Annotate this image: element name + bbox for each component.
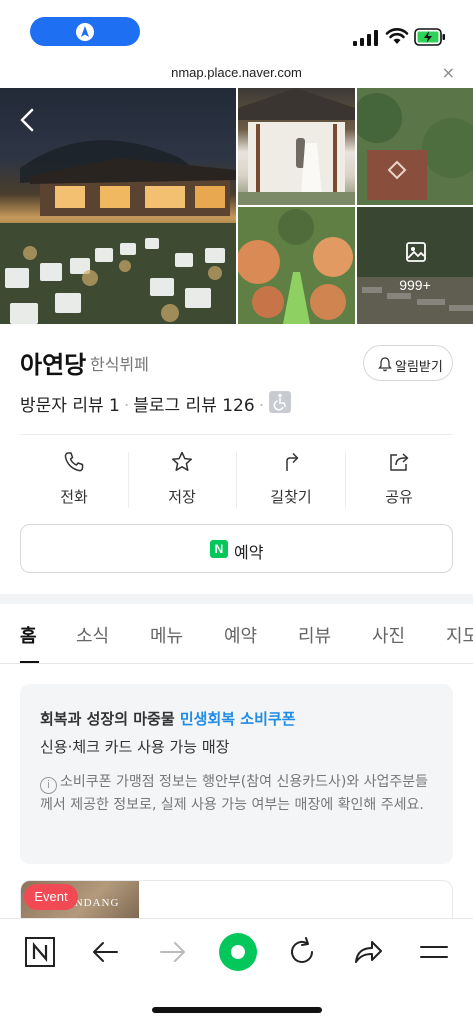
review-summary: 방문자 리뷰 1 · 블로그 리뷰 126 · bbox=[20, 391, 268, 416]
section-divider bbox=[0, 594, 473, 604]
back-arrow-icon[interactable] bbox=[14, 106, 42, 134]
share-arrow-icon[interactable] bbox=[351, 935, 385, 969]
photo-thumb-2[interactable]: my bbox=[357, 88, 473, 205]
photo-thumb-1[interactable] bbox=[238, 88, 355, 205]
forward-icon[interactable] bbox=[155, 935, 189, 969]
call-button[interactable]: 전화 bbox=[20, 450, 128, 510]
photo-thumb-3[interactable] bbox=[238, 207, 355, 324]
reserve-label: 예약 bbox=[234, 543, 264, 562]
notify-label: 알림받기 bbox=[395, 360, 443, 375]
signal-icon bbox=[353, 30, 378, 46]
battery-charging-icon bbox=[414, 28, 445, 46]
notice-subtitle: 신용·체크 카드 사용 가능 매장 bbox=[40, 738, 230, 756]
photo-main[interactable] bbox=[0, 88, 236, 324]
location-arrow-icon bbox=[76, 23, 94, 41]
photo-grid: my 999+ bbox=[0, 88, 473, 324]
photo-thumb-2-scene bbox=[357, 88, 473, 205]
tab-bar: 홈 소식 메뉴 예약 리뷰 사진 지도 bbox=[0, 604, 473, 664]
naver-reserve-icon: N bbox=[210, 540, 228, 558]
browser-toolbar bbox=[0, 918, 473, 1024]
notice-title-highlight[interactable]: 민생회복 소비쿠폰 bbox=[180, 710, 296, 728]
coupon-notice-card: 회복과 성장의 마중물 민생회복 소비쿠폰 신용·체크 카드 사용 가능 매장 … bbox=[20, 684, 453, 864]
save-button[interactable]: 저장 bbox=[128, 450, 236, 510]
url-text[interactable]: nmap.place.naver.com bbox=[0, 65, 473, 80]
share-button[interactable]: 공유 bbox=[345, 450, 453, 510]
green-dot-icon[interactable] bbox=[217, 931, 259, 973]
refresh-icon[interactable] bbox=[285, 935, 319, 969]
photo-thumb-more[interactable]: 999+ bbox=[357, 207, 473, 324]
status-bar bbox=[0, 0, 473, 60]
tab-home[interactable]: 홈 bbox=[20, 622, 37, 648]
photo-thumb-3-scene bbox=[238, 207, 355, 324]
photo-thumb-1-scene bbox=[238, 88, 355, 205]
notice-body: i 소비쿠폰 가맹점 정보는 행안부(참여 신용카드사)와 사업주분들께서 제공한… bbox=[40, 771, 440, 817]
call-label: 전화 bbox=[60, 488, 88, 506]
place-name: 아연당 bbox=[20, 351, 87, 379]
tab-photos[interactable]: 사진 bbox=[372, 622, 405, 648]
info-icon: i bbox=[40, 777, 57, 794]
photo-count: 999+ bbox=[399, 277, 431, 293]
action-row: 전화 저장 길찾기 공유 bbox=[20, 450, 453, 510]
place-category: 한식뷔페 bbox=[90, 355, 149, 374]
bell-icon bbox=[378, 357, 392, 372]
divider bbox=[20, 434, 453, 435]
visitor-reviews-link[interactable]: 방문자 리뷰 1 bbox=[20, 396, 120, 416]
tab-reviews[interactable]: 리뷰 bbox=[298, 622, 331, 648]
directions-icon bbox=[286, 452, 299, 471]
image-gallery-icon bbox=[406, 242, 426, 262]
save-label: 저장 bbox=[168, 488, 196, 506]
notify-button[interactable]: 알림받기 bbox=[363, 345, 453, 381]
tab-menu[interactable]: 메뉴 bbox=[150, 622, 183, 648]
directions-button[interactable]: 길찾기 bbox=[237, 450, 345, 510]
review-separator-2: · bbox=[258, 396, 265, 416]
review-separator: · bbox=[123, 396, 130, 416]
tab-reserve[interactable]: 예약 bbox=[224, 622, 257, 648]
reserve-button[interactable]: N 예약 bbox=[20, 524, 453, 573]
blog-reviews-link[interactable]: 블로그 리뷰 126 bbox=[133, 396, 254, 416]
wifi-icon bbox=[385, 28, 409, 44]
close-icon[interactable]: × bbox=[442, 63, 455, 82]
naver-home-icon[interactable] bbox=[23, 935, 57, 969]
menu-icon[interactable] bbox=[417, 935, 451, 969]
wheelchair-icon bbox=[269, 391, 291, 413]
home-indicator bbox=[152, 1007, 322, 1013]
active-tab-indicator bbox=[20, 661, 39, 663]
notice-title: 회복과 성장의 마중물 민생회복 소비쿠폰 bbox=[40, 708, 296, 729]
tab-map[interactable]: 지도 bbox=[446, 622, 473, 648]
tab-news[interactable]: 소식 bbox=[76, 622, 109, 648]
share-icon bbox=[390, 453, 409, 471]
event-badge: Event bbox=[24, 884, 78, 910]
phone-icon bbox=[64, 452, 84, 472]
notice-body-text: 소비쿠폰 가맹점 정보는 행안부(참여 신용카드사)와 사업주분들께서 제공한 … bbox=[40, 774, 429, 813]
share-label: 공유 bbox=[385, 488, 413, 506]
notice-title-prefix: 회복과 성장의 마중물 bbox=[40, 710, 180, 728]
url-bar: nmap.place.naver.com × bbox=[0, 60, 473, 88]
directions-label: 길찾기 bbox=[270, 488, 312, 506]
back-icon[interactable] bbox=[89, 935, 123, 969]
location-pill[interactable] bbox=[30, 17, 140, 46]
star-icon bbox=[171, 451, 193, 471]
